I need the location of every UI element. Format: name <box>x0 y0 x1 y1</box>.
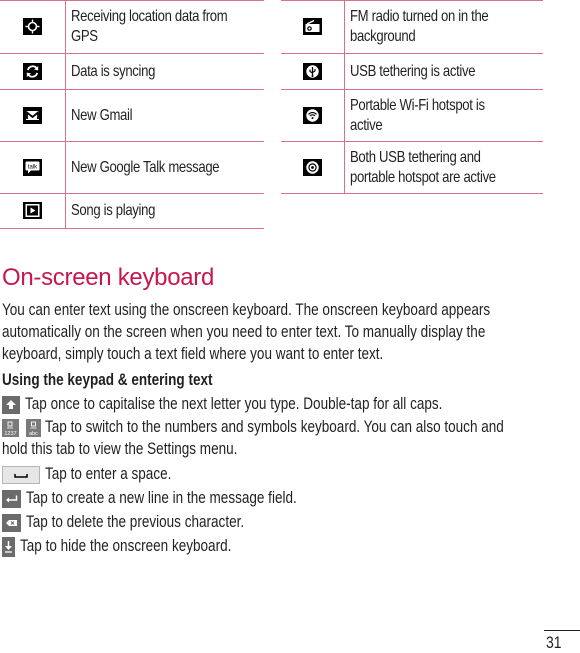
status-description-cont: background <box>350 28 416 45</box>
wifi-hotspot-icon <box>303 106 322 124</box>
symbols-key-icon: 1237 <box>2 418 19 437</box>
status-description-cont: active <box>350 116 383 134</box>
table-row: Song is playing <box>0 193 264 229</box>
status-description: New Gmail <box>71 106 133 124</box>
key-description-row: Tap to create a new line in the message … <box>2 487 356 509</box>
table-row: USB tethering is active <box>281 53 543 90</box>
key-description-row: Tap once to capitalise the next letter y… <box>2 393 534 415</box>
key-description-row: 1237 abc Tap to switch to the numbers an… <box>2 416 580 438</box>
svg-text:talk: talk <box>28 164 38 170</box>
status-description-cont: GPS <box>71 28 98 45</box>
intro-paragraph: You can enter text using the onscreen ke… <box>2 299 490 365</box>
svg-text:abc: abc <box>29 431 38 437</box>
status-description: Receiving location data from <box>71 8 228 25</box>
key-description-row: Tap to enter a space. <box>2 463 199 485</box>
key-description: Tap to enter a space. <box>44 465 171 483</box>
usb-tethering-icon <box>303 62 322 80</box>
status-description: Portable Wi-Fi hotspot is <box>350 96 485 114</box>
table-row: Data is syncing <box>0 53 264 90</box>
key-description: Tap to create a new line in the message … <box>25 489 297 507</box>
page-number: 31 <box>546 633 562 652</box>
table-row: Both USB tethering and portable hotspot a… <box>281 141 543 194</box>
hide-keyboard-key-icon <box>2 536 15 557</box>
intro-line: You can enter text using the onscreen ke… <box>2 301 491 319</box>
intro-line: automatically on the screen when you nee… <box>2 323 486 341</box>
fm-radio-icon <box>303 18 322 36</box>
status-description: Data is syncing <box>71 62 156 80</box>
table-row: talk New Google Talk message <box>0 141 264 194</box>
abc-key-icon: abc <box>25 418 41 437</box>
status-description: New Google Talk message <box>71 158 220 176</box>
key-description: Tap to delete the previous character. <box>25 513 244 531</box>
status-icons-table-right: FM radio turned on in the background USB … <box>281 0 543 194</box>
status-description: Song is playing <box>71 202 156 219</box>
page-number-rule <box>544 630 580 631</box>
key-description: Tap once to capitalise the next letter y… <box>24 395 443 413</box>
table-row: Portable Wi-Fi hotspot is active <box>281 89 543 142</box>
section-heading: On-screen keyboard <box>2 264 215 291</box>
table-row: New Gmail <box>0 89 264 142</box>
space-key-icon <box>2 465 40 484</box>
svg-text:1237: 1237 <box>4 431 16 437</box>
key-description-row-cont: hold this tab to view the Settings menu. <box>2 438 289 460</box>
status-description: USB tethering is active <box>350 62 476 80</box>
status-description-cont: portable hotspot are active <box>350 168 496 186</box>
status-description: FM radio turned on in the <box>350 8 489 25</box>
key-description: hold this tab to view the Settings menu. <box>2 440 238 458</box>
enter-key-icon <box>2 489 21 508</box>
sync-icon <box>23 62 42 80</box>
table-row: FM radio turned on in the background <box>281 0 543 54</box>
key-description-row: Tap to hide the onscreen keyboard. <box>2 535 277 557</box>
table-row: Receiving location data from GPS <box>0 0 264 54</box>
backspace-key-icon <box>2 513 21 532</box>
subheading: Using the keypad & entering text <box>2 371 213 389</box>
play-icon <box>23 202 42 220</box>
status-icons-table-left: Receiving location data from GPS Data is … <box>0 0 264 229</box>
google-talk-icon: talk <box>23 158 42 176</box>
key-description-row: Tap to delete the previous character. <box>2 511 292 533</box>
shift-key-icon <box>2 395 20 414</box>
usb-and-hotspot-icon <box>303 158 322 176</box>
gps-location-icon <box>23 18 42 36</box>
key-description: Tap to hide the onscreen keyboard. <box>19 537 231 555</box>
key-description: Tap to switch to the numbers and symbols… <box>45 418 504 436</box>
gmail-icon <box>23 106 42 124</box>
intro-line: keyboard, simply touch a text field wher… <box>2 345 384 363</box>
status-description: Both USB tethering and <box>350 148 481 166</box>
